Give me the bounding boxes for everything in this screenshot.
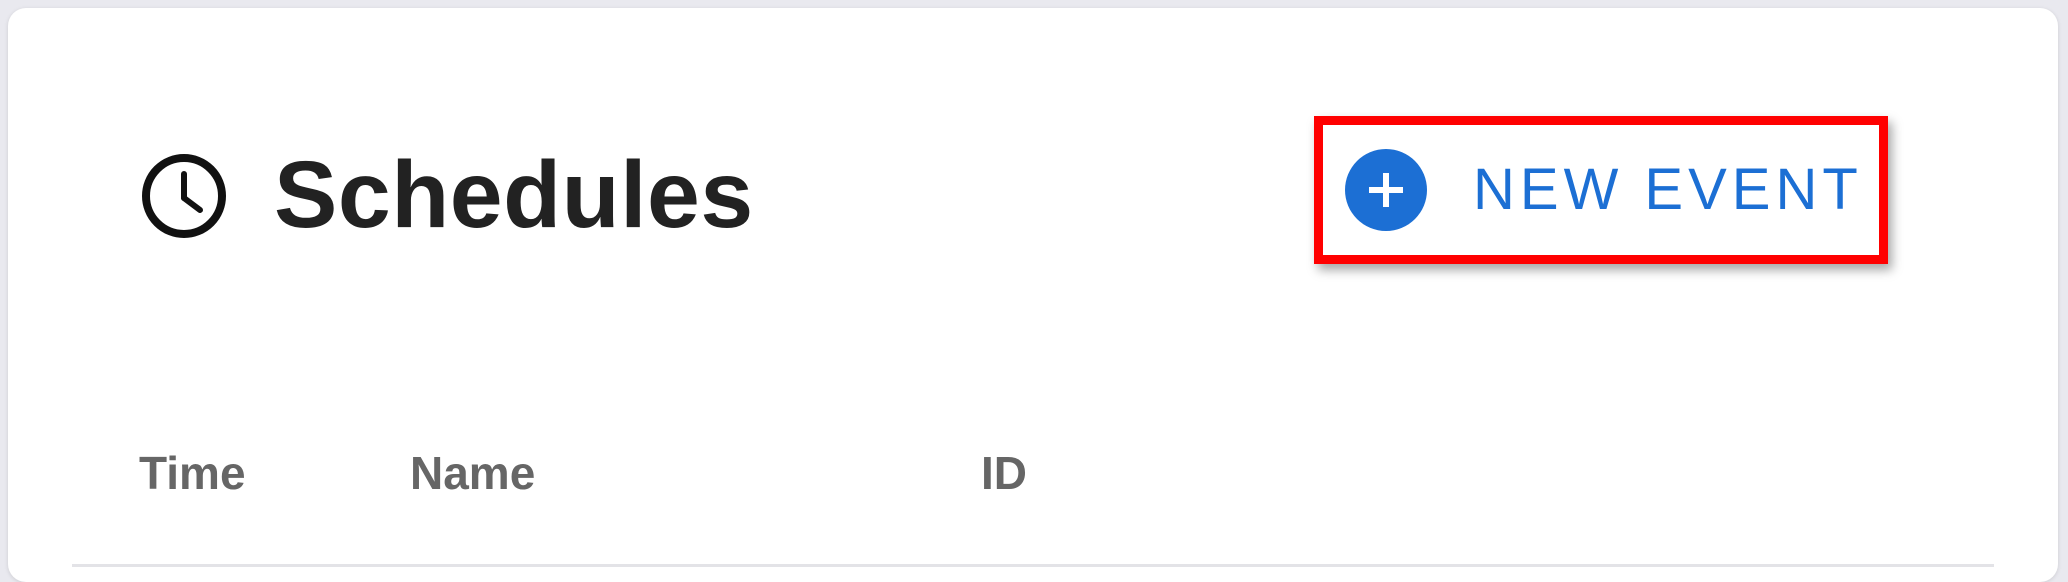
page-title: Schedules [274,142,754,248]
card-header: Schedules [140,133,754,258]
column-header-time[interactable]: Time [139,450,246,496]
plus-icon [1369,173,1403,207]
plus-circle-icon [1345,149,1427,231]
clock-icon [142,153,226,238]
schedules-card: Schedules NEW EVENT Time Name ID [8,8,2058,582]
column-header-id[interactable]: ID [981,450,1027,496]
table-header-row: Time Name ID [8,438,2058,508]
new-event-button[interactable]: NEW EVENT [1314,116,1888,264]
new-event-label: NEW EVENT [1473,157,1863,222]
table-header-divider [72,564,1994,567]
column-header-name[interactable]: Name [410,450,535,496]
